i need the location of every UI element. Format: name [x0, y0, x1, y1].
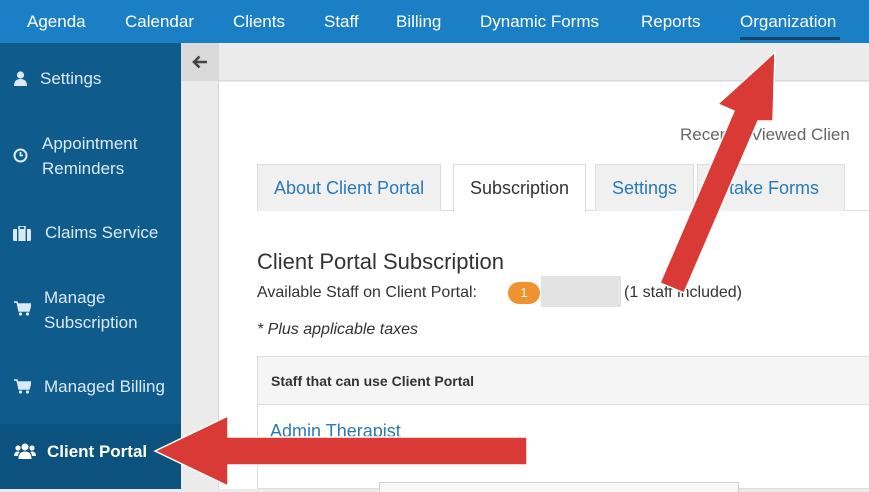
staff-included-note: (1 staff included) — [624, 284, 742, 301]
nav-active-indicator — [740, 37, 840, 40]
top-navigation: Agenda Calendar Clients Staff Billing Dy… — [0, 0, 869, 43]
users-icon — [14, 443, 36, 459]
nav-dynamic-forms[interactable]: Dynamic Forms — [480, 0, 599, 43]
sidebar-item-label: Settings — [40, 69, 102, 88]
nav-staff[interactable]: Staff — [324, 0, 359, 43]
nav-agenda[interactable]: Agenda — [27, 0, 86, 43]
sidebar-item-managed-billing[interactable]: Managed Billing — [0, 349, 181, 424]
collapse-sidebar-button[interactable] — [181, 43, 219, 81]
sidebar-item-label: Client Portal — [47, 442, 148, 461]
sidebar-item-label: Subscription — [44, 313, 138, 332]
sidebar-item-label: Managed Billing — [44, 377, 165, 396]
cart-icon — [14, 301, 31, 316]
sidebar-item-settings[interactable]: Settings — [0, 43, 181, 115]
nav-clients[interactable]: Clients — [233, 0, 285, 43]
sidebar-item-claims-service[interactable]: Claims Service — [0, 197, 181, 269]
sidebar-item-label: Appointment — [42, 134, 138, 153]
tab-subscription[interactable]: Subscription — [453, 164, 587, 212]
staff-table: Staff that can use Client Portal Admin T… — [257, 356, 869, 489]
main-panel: Recently Viewed Clien About Client Porta… — [219, 82, 869, 492]
available-staff-label: Available Staff on Client Portal: — [257, 284, 477, 301]
taxes-note: * Plus applicable taxes — [257, 321, 418, 338]
sidebar-item-client-portal[interactable]: Client Portal — [0, 424, 181, 489]
nav-calendar[interactable]: Calendar — [125, 0, 194, 43]
sidebar-item-label: Reminders — [42, 159, 125, 178]
arrow-left-icon — [192, 55, 207, 69]
nav-reports[interactable]: Reports — [641, 0, 701, 43]
sidebar-item-label: Manage — [44, 288, 106, 307]
staff-row-link[interactable]: Admin Therapist — [270, 421, 401, 442]
bottom-panel-edge — [379, 482, 739, 492]
staff-table-header: Staff that can use Client Portal — [258, 357, 869, 405]
nav-billing[interactable]: Billing — [396, 0, 441, 43]
sidebar: Settings Appointment Reminders Claims Se… — [0, 43, 181, 489]
sidebar-collapse-column — [181, 43, 219, 489]
tab-settings[interactable]: Settings — [595, 164, 695, 211]
redacted-field — [541, 276, 621, 307]
sidebar-item-label: Claims Service — [45, 223, 159, 242]
tab-intake-forms[interactable]: Intake Forms — [697, 164, 845, 211]
cart-icon — [14, 379, 31, 394]
sidebar-item-appointment-reminders[interactable]: Appointment Reminders — [0, 115, 181, 197]
tab-about-client-portal[interactable]: About Client Portal — [257, 164, 442, 211]
briefcase-icon — [13, 226, 31, 241]
sidebar-item-manage-subscription[interactable]: Manage Subscription — [0, 269, 181, 349]
available-staff-count-badge: 1 — [508, 282, 540, 304]
clock-icon — [13, 148, 28, 163]
user-icon — [14, 71, 27, 86]
recently-viewed-clients[interactable]: Recently Viewed Clien — [680, 125, 850, 145]
breadcrumb-bar — [219, 43, 869, 81]
page-title: Client Portal Subscription — [257, 249, 505, 274]
